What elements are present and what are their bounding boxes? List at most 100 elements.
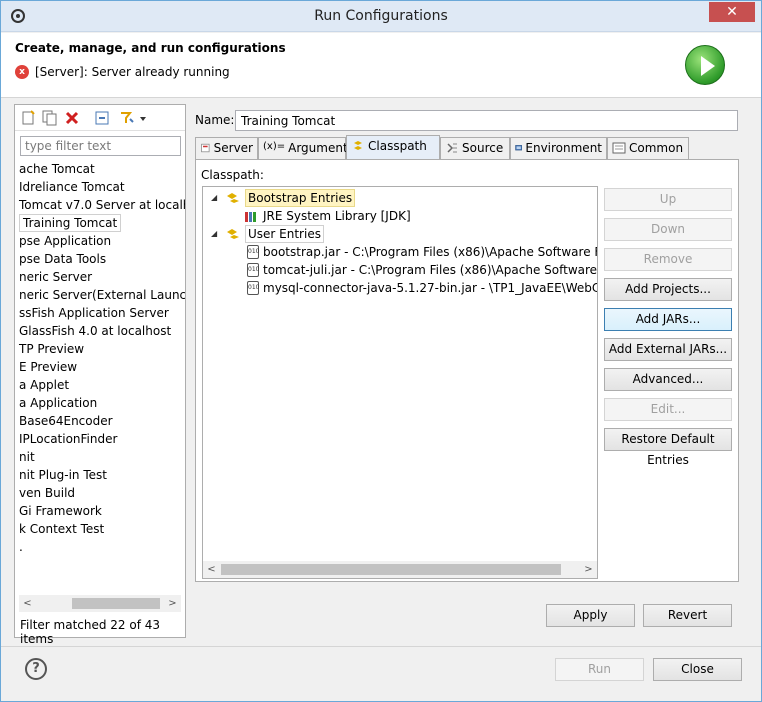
error-text: [Server]: Server already running [35,65,230,79]
footer-separator [1,646,761,647]
jar-file-icon: 010 [247,263,259,277]
jar-file-icon: 010 [247,245,259,259]
jar-entry[interactable]: 010 tomcat-juli.jar - C:\Program Files (… [247,261,598,279]
configuration-item[interactable]: nit Plug-in Test [15,466,185,484]
configuration-item[interactable]: E Preview [15,358,185,376]
add-external-jars-button[interactable]: Add External JARs... [604,338,732,361]
up-button[interactable]: Up [604,188,732,211]
configuration-item[interactable]: neric Server(External Launch) [15,286,185,304]
configuration-item[interactable]: Tomcat v7.0 Server at localhos [15,196,185,214]
filter-status: Filter matched 22 of 43 items [20,618,161,646]
tab-label: Server [213,141,253,155]
tab-source[interactable]: Source [440,137,510,159]
tab-arguments[interactable]: (x)= Arguments [258,137,354,159]
jar-entry-label: bootstrap.jar - C:\Program Files (x86)\A… [263,245,597,259]
collapse-all-icon[interactable] [93,109,111,127]
remove-button[interactable]: Remove [604,248,732,271]
scrollbar-thumb[interactable] [221,564,561,575]
user-entries-node[interactable]: ◢ User Entries [211,225,324,243]
tab-environment[interactable]: Environment [510,137,607,159]
duplicate-configuration-icon[interactable] [41,109,59,127]
error-message: x [Server]: Server already running [15,65,230,79]
bootstrap-entries-node[interactable]: ◢ Bootstrap Entries [211,189,356,207]
jre-library-node[interactable]: JRE System Library [JDK] [243,207,411,225]
configuration-item[interactable]: ven Build [15,484,185,502]
advanced-button[interactable]: Advanced... [604,368,732,391]
edit-button[interactable]: Edit... [604,398,732,421]
server-tab-icon [201,143,210,153]
dialog-title: Create, manage, and run configurations [15,41,286,55]
apply-button[interactable]: Apply [546,604,635,627]
tab-label: Source [462,141,504,155]
configuration-item[interactable]: nit [15,448,185,466]
configuration-item[interactable]: IPLocationFinder [15,430,185,448]
scroll-left-icon[interactable]: < [19,595,36,612]
filter-input[interactable] [20,136,181,156]
tab-common[interactable]: Common [607,137,689,159]
left-toolbar [15,105,185,131]
configuration-item[interactable]: a Application [15,394,185,412]
name-input[interactable] [235,110,738,131]
tab-label: Environment [525,141,602,155]
configuration-item[interactable]: Idreliance Tomcat [15,178,185,196]
run-banner-icon [685,45,725,85]
tab-label: Common [629,141,684,155]
tab-server[interactable]: Server [195,137,258,159]
scroll-right-icon[interactable]: > [580,561,597,578]
configuration-item[interactable]: . [15,538,185,556]
configuration-item[interactable]: Gi Framework [15,502,185,520]
expanded-triangle-icon[interactable]: ◢ [211,225,221,243]
jar-file-icon: 010 [247,281,259,295]
tab-classpath[interactable]: Classpath [346,135,440,159]
scroll-right-icon[interactable]: > [164,595,181,612]
delete-configuration-icon[interactable] [63,109,81,127]
configuration-item[interactable]: a Applet [15,376,185,394]
help-icon[interactable]: ? [25,658,47,680]
left-horizontal-scrollbar[interactable]: < > [19,595,181,612]
classpath-horizontal-scrollbar[interactable]: < > [203,561,597,578]
new-configuration-icon[interactable] [20,109,38,127]
entries-icon [227,193,239,203]
configuration-item[interactable]: pse Application [15,232,185,250]
down-button[interactable]: Down [604,218,732,241]
filter-configurations-icon[interactable] [118,109,136,127]
jar-entry-label: mysql-connector-java-5.1.27-bin.jar - \T… [263,281,598,295]
jre-library-label: JRE System Library [JDK] [263,209,411,223]
configuration-item[interactable]: neric Server [15,268,185,286]
jar-entry[interactable]: 010 bootstrap.jar - C:\Program Files (x8… [247,243,597,261]
bootstrap-entries-label: Bootstrap Entries [245,189,356,207]
window-close-button[interactable]: ✕ [709,2,755,22]
configuration-item[interactable]: GlassFish 4.0 at localhost [15,322,185,340]
run-button[interactable]: Run [555,658,644,681]
add-jars-button[interactable]: Add JARs... [604,308,732,331]
close-button[interactable]: Close [653,658,742,681]
dialog-header: Create, manage, and run configurations x… [1,33,761,98]
configuration-item[interactable]: k Context Test [15,520,185,538]
library-icon [245,212,256,222]
revert-button[interactable]: Revert [643,604,732,627]
configuration-item[interactable]: ache Tomcat [15,160,185,178]
classpath-label: Classpath: [201,168,264,182]
close-icon: ✕ [726,4,738,20]
configuration-item[interactable]: ssFish Application Server [15,304,185,322]
configuration-item[interactable]: TP Preview [15,340,185,358]
scroll-left-icon[interactable]: < [203,561,220,578]
configuration-item[interactable]: pse Data Tools [15,250,185,268]
source-tab-icon [447,143,457,153]
entries-icon [227,229,239,239]
expanded-triangle-icon[interactable]: ◢ [211,189,221,207]
arguments-tab-icon: (x)= [263,141,286,152]
jar-entry[interactable]: 010 mysql-connector-java-5.1.27-bin.jar … [247,279,598,297]
scrollbar-thumb[interactable] [72,598,160,609]
name-label: Name: [195,113,235,127]
configuration-item[interactable]: Base64Encoder [15,412,185,430]
chevron-down-icon[interactable] [138,109,148,127]
classpath-tree: ◢ Bootstrap Entries JRE System Library [… [202,186,598,579]
classpath-panel: Classpath: ◢ Bootstrap Entries JRE Syste… [195,159,739,582]
configuration-item[interactable]: Training Tomcat [19,214,122,232]
jar-entry-label: tomcat-juli.jar - C:\Program Files (x86)… [263,263,598,277]
error-icon: x [15,65,29,79]
tab-label: Arguments [288,141,354,155]
restore-default-entries-button[interactable]: Restore Default Entries [604,428,732,467]
add-projects-button[interactable]: Add Projects... [604,278,732,301]
